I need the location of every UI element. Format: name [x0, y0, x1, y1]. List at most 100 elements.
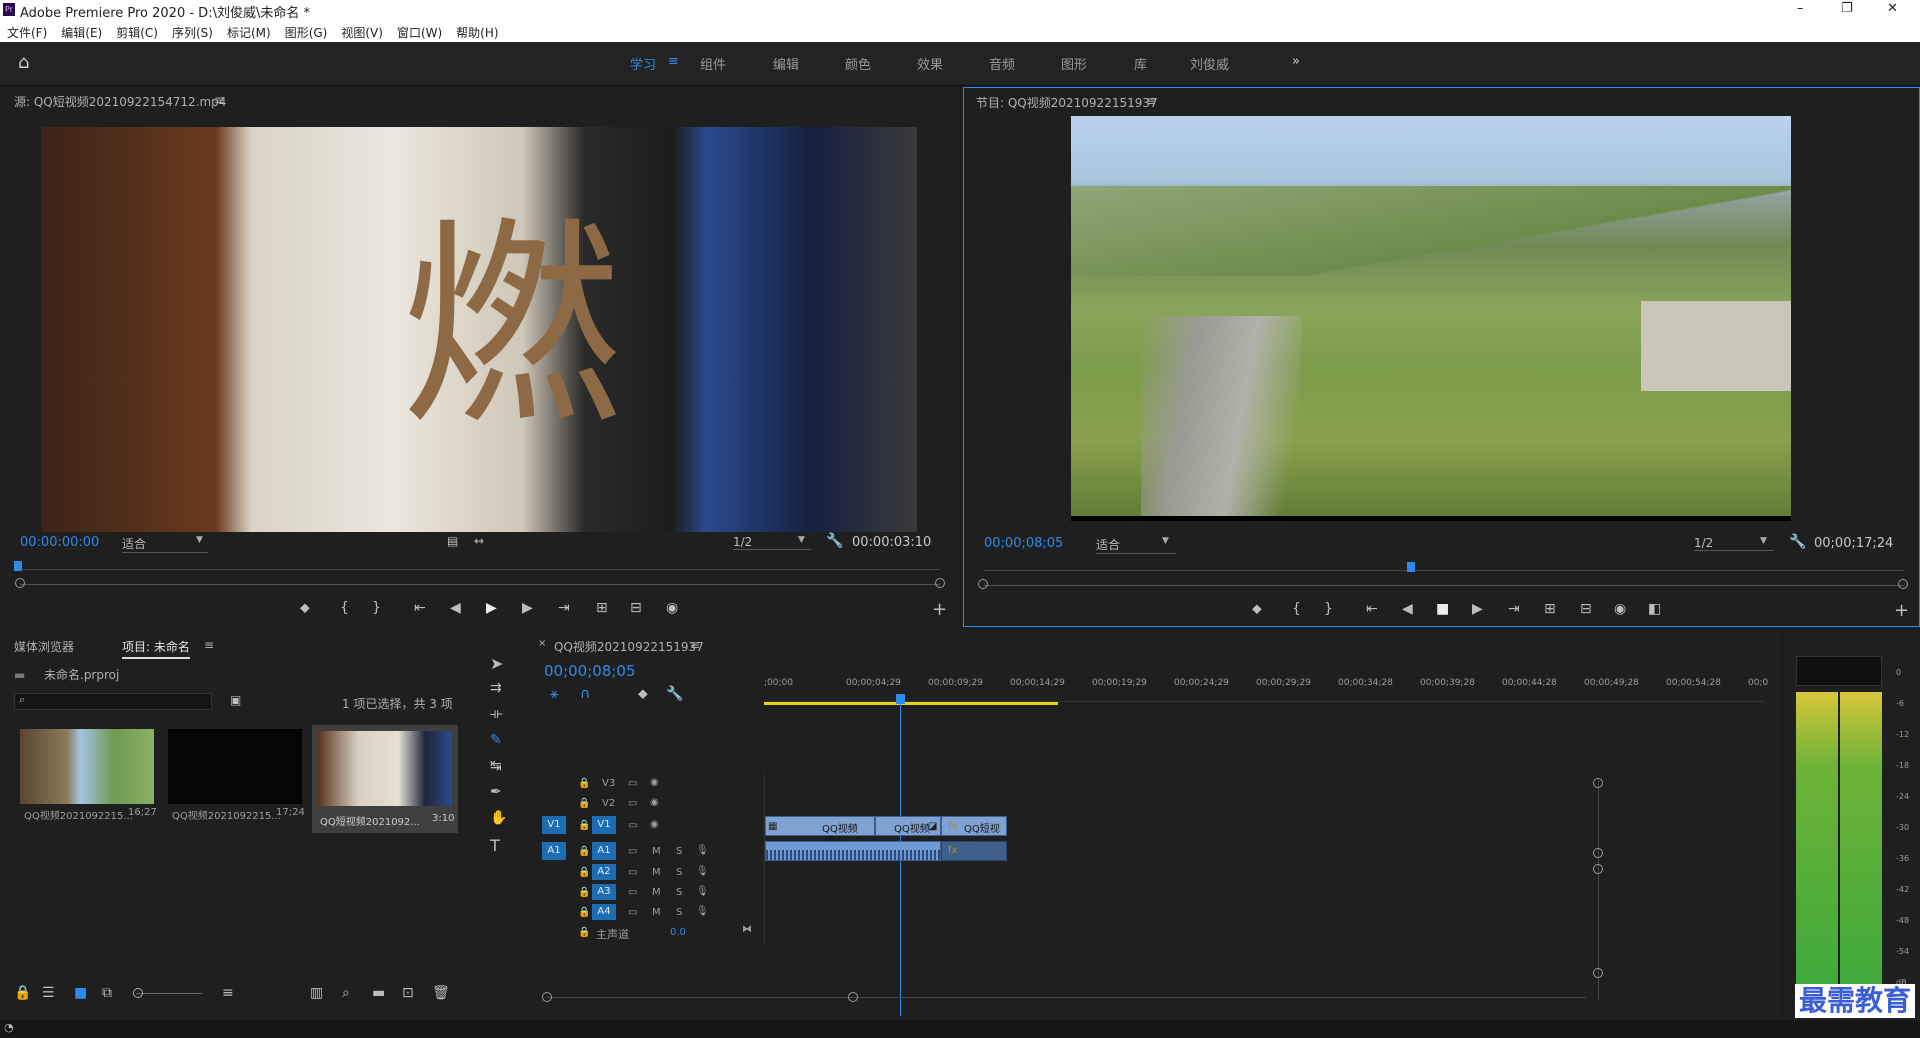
vscroll-handle[interactable] — [1593, 864, 1603, 874]
project-item[interactable]: QQ视频2021092215... 17;24 — [164, 725, 308, 825]
go-to-out-icon[interactable]: ⇥ — [558, 600, 570, 616]
solo-button[interactable]: S — [676, 867, 682, 878]
panel-menu-icon[interactable]: ≡ — [690, 638, 700, 652]
add-button-icon[interactable]: + — [932, 599, 947, 620]
timeline-playhead-handle[interactable] — [896, 694, 905, 704]
type-tool-icon[interactable]: T — [490, 836, 500, 855]
mark-in-icon[interactable]: { — [340, 600, 349, 616]
menu-view[interactable]: 视图(V) — [341, 26, 383, 40]
list-view-icon[interactable]: ☰ — [42, 985, 55, 1001]
lock-icon[interactable]: 🔒 — [578, 907, 590, 918]
minimize-button[interactable]: – — [1797, 1, 1804, 16]
ripple-edit-icon[interactable]: ⟛ — [490, 706, 503, 722]
mute-button[interactable]: M — [652, 887, 661, 898]
solo-button[interactable]: S — [676, 907, 682, 918]
menu-help[interactable]: 帮助(H) — [456, 26, 498, 40]
insert-clip-icon[interactable]: ⊞ — [596, 600, 608, 616]
project-item[interactable]: QQ视频2021092215... 16;27 — [16, 725, 160, 825]
sync-lock-icon[interactable]: ▭ — [628, 887, 637, 898]
panel-menu-icon[interactable]: ≡ — [214, 93, 224, 107]
sync-lock-icon[interactable]: ▭ — [628, 820, 637, 831]
zoom-handle-right[interactable] — [935, 578, 945, 588]
lift-icon[interactable]: ⊞ — [1544, 601, 1556, 617]
source-patch-v1[interactable]: V1 — [542, 816, 566, 834]
work-area-bar[interactable] — [764, 702, 1058, 705]
zoom-handle-right[interactable] — [1898, 579, 1908, 589]
mark-in-icon[interactable]: { — [1292, 601, 1301, 617]
maximize-button[interactable]: ❐ — [1841, 1, 1853, 16]
go-to-out-icon[interactable]: ⇥ — [1508, 601, 1520, 617]
menu-markers[interactable]: 标记(M) — [227, 26, 271, 40]
selection-tool-icon[interactable]: ➤ — [490, 654, 503, 673]
vscroll-handle[interactable] — [1593, 968, 1603, 978]
workspace-tab-custom[interactable]: 刘俊威 — [1190, 54, 1229, 73]
add-marker-icon[interactable]: ⬥ — [300, 600, 310, 616]
solo-button[interactable]: S — [676, 846, 682, 857]
project-item-selected[interactable]: QQ短视频2021092... 3:10 — [312, 725, 458, 833]
overwrite-clip-icon[interactable]: ⊟ — [630, 600, 642, 616]
workspace-tab-graphics[interactable]: 图形 — [1061, 54, 1087, 73]
workspace-menu-icon[interactable]: ≡ — [668, 54, 679, 69]
trash-icon[interactable]: 🗑 — [432, 985, 450, 1001]
step-back-icon[interactable]: ◀ — [1402, 601, 1413, 617]
time-ruler[interactable]: ;00;00 00;00;04;29 00;00;09;29 00;00;14;29 0… — [764, 674, 1768, 702]
microphone-icon[interactable]: 🎙 — [696, 886, 709, 897]
video-clip[interactable]: QQ视频 ◪ — [875, 816, 941, 836]
menu-file[interactable]: 文件(F) — [7, 26, 47, 40]
extract-icon[interactable]: ⊟ — [1580, 601, 1592, 617]
workspace-overflow-icon[interactable]: » — [1292, 54, 1300, 69]
program-zoom-bar[interactable] — [984, 585, 1904, 586]
menu-window[interactable]: 窗口(W) — [397, 26, 442, 40]
go-to-in-icon[interactable]: ⇤ — [414, 600, 426, 616]
audio-clip[interactable] — [765, 841, 941, 861]
snap-icon[interactable]: ⚹ — [550, 686, 558, 702]
timeline-vscroll[interactable] — [1598, 780, 1599, 1000]
sync-lock-icon[interactable]: ▭ — [628, 798, 637, 809]
track-select-icon[interactable]: ⇉ — [490, 680, 502, 696]
solo-button[interactable]: S — [676, 887, 682, 898]
pen-tool-icon[interactable]: ✒ — [490, 784, 502, 800]
compare-view-icon[interactable]: ◧ — [1648, 601, 1661, 617]
close-sequence-icon[interactable]: × — [538, 638, 546, 649]
wrench-icon[interactable]: 🔧 — [1789, 534, 1806, 550]
microphone-icon[interactable]: 🎙 — [696, 845, 709, 856]
program-scrub-bar[interactable] — [984, 559, 1904, 571]
lock-icon[interactable]: 🔒 — [578, 778, 590, 789]
lock-icon[interactable]: 🔒 — [578, 887, 590, 898]
new-bin-icon[interactable]: ▬ — [372, 985, 385, 1001]
timeline-timecode[interactable]: 00;00;08;05 — [544, 662, 636, 680]
source-zoom-bar[interactable] — [20, 584, 940, 585]
vscroll-handle[interactable] — [1593, 848, 1603, 858]
search-icon[interactable]: ⌕ — [342, 985, 350, 1001]
source-patch-a1[interactable]: A1 — [542, 842, 566, 860]
safe-margins-icon[interactable]: ▤ — [447, 534, 458, 548]
sync-lock-icon[interactable]: ▭ — [628, 907, 637, 918]
mute-button[interactable]: M — [652, 867, 661, 878]
lock-icon[interactable]: 🔒 — [578, 867, 590, 878]
step-back-icon[interactable]: ◀ — [450, 600, 461, 616]
insert-icon[interactable]: ↔ — [474, 534, 484, 548]
mute-button[interactable]: M — [652, 907, 661, 918]
eye-icon[interactable]: ◉ — [650, 819, 659, 830]
project-search-input[interactable] — [14, 693, 212, 710]
workspace-tab-effects[interactable]: 效果 — [917, 54, 943, 73]
lock-icon[interactable]: 🔒 — [578, 846, 590, 857]
workspace-tab-learn[interactable]: 学习 — [630, 54, 656, 73]
zoom-slider[interactable] — [136, 993, 202, 994]
hscroll-handle[interactable] — [848, 992, 858, 1002]
menu-clip[interactable]: 剪辑(C) — [116, 26, 158, 40]
freeform-view-icon[interactable]: ⧉ — [102, 985, 112, 1001]
vscroll-handle[interactable] — [1593, 778, 1603, 788]
lock-icon[interactable]: 🔒 — [578, 820, 590, 831]
lock-icon[interactable]: 🔒 — [14, 985, 31, 1001]
menu-edit[interactable]: 编辑(E) — [61, 26, 102, 40]
sync-lock-icon[interactable]: ▭ — [628, 846, 637, 857]
lock-icon[interactable]: 🔒 — [578, 798, 590, 809]
microphone-icon[interactable]: 🎙 — [696, 866, 709, 877]
step-forward-icon[interactable]: ▶ — [1472, 601, 1483, 617]
program-timecode[interactable]: 00;00;08;05 — [984, 536, 1063, 551]
stop-icon[interactable]: ■ — [1436, 601, 1449, 617]
workspace-tab-assembly[interactable]: 组件 — [700, 54, 726, 73]
camera-icon[interactable]: ◉ — [666, 600, 678, 616]
panel-menu-icon[interactable]: ≡ — [204, 638, 214, 652]
